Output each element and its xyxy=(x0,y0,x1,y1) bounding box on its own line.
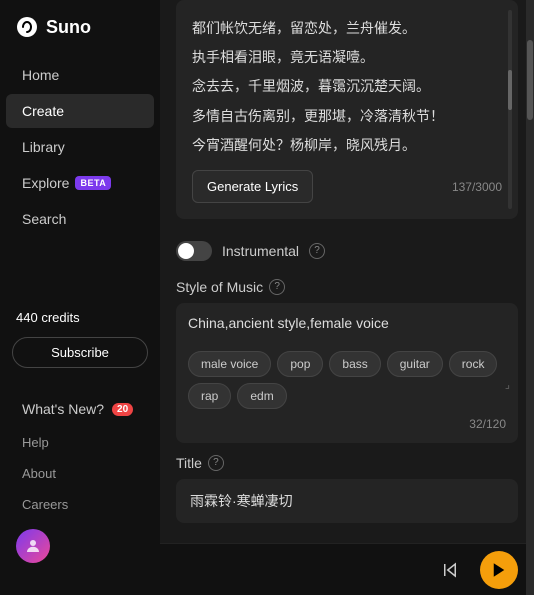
sidebar-item-label: Home xyxy=(22,67,59,83)
whats-new-label: What's New? xyxy=(22,401,104,417)
sidebar-item-explore[interactable]: Explore BETA xyxy=(6,166,154,200)
tag-pop[interactable]: pop xyxy=(277,351,323,377)
toggle-knob xyxy=(178,243,194,259)
sidebar-item-label: Search xyxy=(22,211,66,227)
tag-edm[interactable]: edm xyxy=(237,383,286,409)
skip-back-button[interactable] xyxy=(432,552,468,588)
style-help-icon[interactable]: ? xyxy=(269,279,285,295)
title-section: Title ? xyxy=(176,455,518,471)
content-area: 都们帐饮无绪，留恋处，兰舟催发。 执手相看泪眼，竟无语凝噎。 念去去，千里烟波，… xyxy=(160,0,534,543)
subscribe-button[interactable]: Subscribe xyxy=(12,337,148,368)
sidebar-bottom: 440 credits Subscribe What's New? 20 Hel… xyxy=(0,286,160,579)
lyrics-box: 都们帐饮无绪，留恋处，兰舟催发。 执手相看泪眼，竟无语凝噎。 念去去，千里烟波，… xyxy=(176,0,518,219)
tag-male-voice[interactable]: male voice xyxy=(188,351,271,377)
tag-rap[interactable]: rap xyxy=(188,383,231,409)
sidebar-item-careers[interactable]: Careers xyxy=(0,490,160,519)
style-section-label: Style of Music ? xyxy=(176,279,518,295)
style-tags-row: male voice pop bass guitar rock rap edm xyxy=(188,351,506,409)
lyrics-line-4: 多情自古伤离别，更那堪，冷落清秋节！ xyxy=(192,104,502,129)
main-content: 都们帐饮无绪，留恋处，兰舟催发。 执手相看泪眼，竟无语凝噎。 念去去，千里烟波，… xyxy=(160,0,534,595)
user-avatar[interactable] xyxy=(16,529,50,563)
lyrics-text: 都们帐饮无绪，留恋处，兰舟催发。 执手相看泪眼，竟无语凝噎。 念去去，千里烟波，… xyxy=(192,16,502,158)
sidebar-item-label: Explore xyxy=(22,175,69,191)
instrumental-row: Instrumental ? xyxy=(176,231,518,271)
tag-rock[interactable]: rock xyxy=(449,351,498,377)
generate-lyrics-button[interactable]: Generate Lyrics xyxy=(192,170,313,203)
notification-badge: 20 xyxy=(112,403,133,416)
instrumental-help-icon[interactable]: ? xyxy=(309,243,325,259)
sidebar-item-search[interactable]: Search xyxy=(6,202,154,236)
suno-logo-icon xyxy=(16,16,38,38)
lyrics-scrollbar xyxy=(508,10,512,209)
sidebar-item-create[interactable]: Create xyxy=(6,94,154,128)
instrumental-label: Instrumental xyxy=(222,243,299,259)
main-scrollbar[interactable] xyxy=(526,0,534,595)
style-input[interactable] xyxy=(188,315,506,331)
scrollbar-thumb xyxy=(527,40,533,120)
sidebar-nav: Home Create Library Explore BETA Search xyxy=(0,58,160,286)
style-counter: 32/120 xyxy=(188,417,506,431)
play-button[interactable] xyxy=(480,551,518,589)
logo-text: Suno xyxy=(46,17,91,38)
sidebar-item-library[interactable]: Library xyxy=(6,130,154,164)
lyrics-line-3: 念去去，千里烟波，暮霭沉沉楚天阔。 xyxy=(192,74,502,99)
resize-handle: ⌟ xyxy=(505,378,510,391)
sidebar-item-help[interactable]: Help xyxy=(0,428,160,457)
title-input[interactable]: 雨霖铃·寒蝉凄切 xyxy=(176,479,518,523)
lyrics-line-1: 都们帐饮无绪，留恋处，兰舟催发。 xyxy=(192,16,502,41)
lyrics-line-2: 执手相看泪眼，竟无语凝噎。 xyxy=(192,45,502,70)
logo[interactable]: Suno xyxy=(0,16,160,58)
sidebar-item-label: Library xyxy=(22,139,65,155)
lyrics-line-5: 今宵酒醒何处？杨柳岸，晓风残月。 xyxy=(192,133,502,158)
skip-back-icon xyxy=(441,561,459,579)
instrumental-toggle[interactable] xyxy=(176,241,212,261)
whats-new-item[interactable]: What's New? 20 xyxy=(6,392,154,426)
lyrics-bottom-row: Generate Lyrics 137/3000 xyxy=(192,170,502,203)
player-bar xyxy=(160,543,534,595)
sidebar-item-label: Create xyxy=(22,103,64,119)
beta-badge: BETA xyxy=(75,176,111,190)
credits-display: 440 credits xyxy=(0,304,160,331)
sidebar-item-about[interactable]: About xyxy=(0,459,160,488)
title-label: Title xyxy=(176,455,202,471)
tag-bass[interactable]: bass xyxy=(329,351,380,377)
play-icon xyxy=(490,561,508,579)
title-help-icon[interactable]: ? xyxy=(208,455,224,471)
lyrics-scrollbar-thumb xyxy=(508,70,512,110)
sidebar: Suno Home Create Library Explore BETA Se… xyxy=(0,0,160,595)
style-box: ⌟ male voice pop bass guitar rock rap ed… xyxy=(176,303,518,443)
sidebar-item-home[interactable]: Home xyxy=(6,58,154,92)
lyrics-counter: 137/3000 xyxy=(452,180,502,194)
tag-guitar[interactable]: guitar xyxy=(387,351,443,377)
